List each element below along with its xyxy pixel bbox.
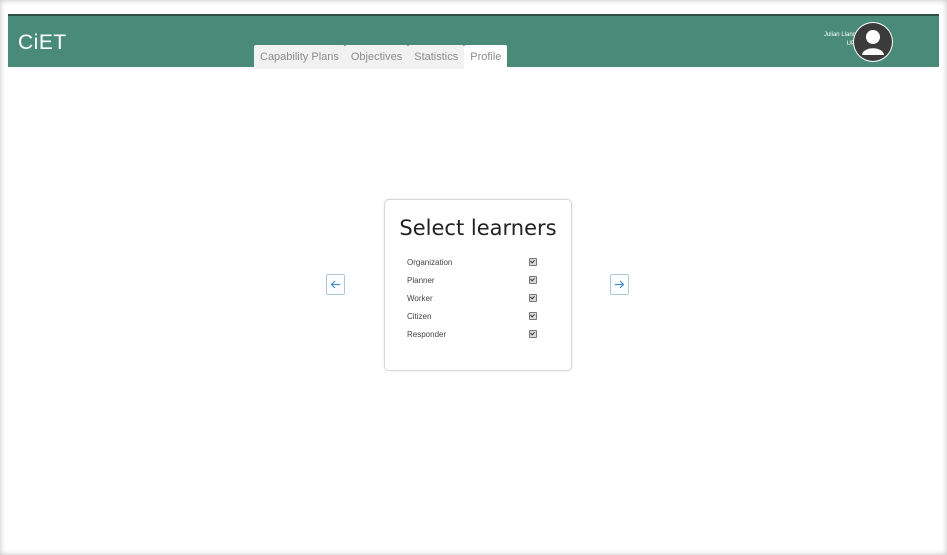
option-label: Citizen: [407, 311, 432, 321]
learner-option-responder: Responder: [407, 326, 537, 342]
select-learners-panel: Select learners Organization Planner Wor…: [384, 199, 572, 371]
responder-checkbox[interactable]: [529, 330, 537, 338]
user-silhouette-icon: [854, 23, 892, 61]
tab-objectives[interactable]: Objectives: [344, 45, 409, 69]
tab-statistics[interactable]: Statistics: [408, 45, 465, 69]
tab-capability-plans[interactable]: Capability Plans: [254, 45, 345, 69]
option-label: Organization: [407, 257, 453, 267]
arrow-right-icon: [615, 280, 625, 289]
learner-option-worker: Worker: [407, 290, 537, 306]
organization-checkbox[interactable]: [529, 258, 537, 266]
prev-button[interactable]: [326, 274, 345, 295]
panel-title: Select learners: [399, 216, 557, 240]
worker-checkbox[interactable]: [529, 294, 537, 302]
avatar[interactable]: [853, 22, 893, 62]
next-button[interactable]: [610, 274, 629, 295]
main-tabs: Capability Plans Objectives Statistics P…: [254, 45, 508, 69]
learner-option-citizen: Citizen: [407, 308, 537, 324]
app-header: CiET Capability Plans Objectives Statist…: [8, 14, 939, 69]
tab-profile[interactable]: Profile: [464, 45, 508, 69]
planner-checkbox[interactable]: [529, 276, 537, 284]
learner-option-organization: Organization: [407, 254, 537, 270]
option-label: Worker: [407, 293, 433, 303]
citizen-checkbox[interactable]: [529, 312, 537, 320]
option-label: Responder: [407, 329, 447, 339]
option-label: Planner: [407, 275, 435, 285]
arrow-left-icon: [330, 280, 340, 289]
app-logo[interactable]: CiET: [18, 31, 67, 55]
learner-option-planner: Planner: [407, 272, 537, 288]
